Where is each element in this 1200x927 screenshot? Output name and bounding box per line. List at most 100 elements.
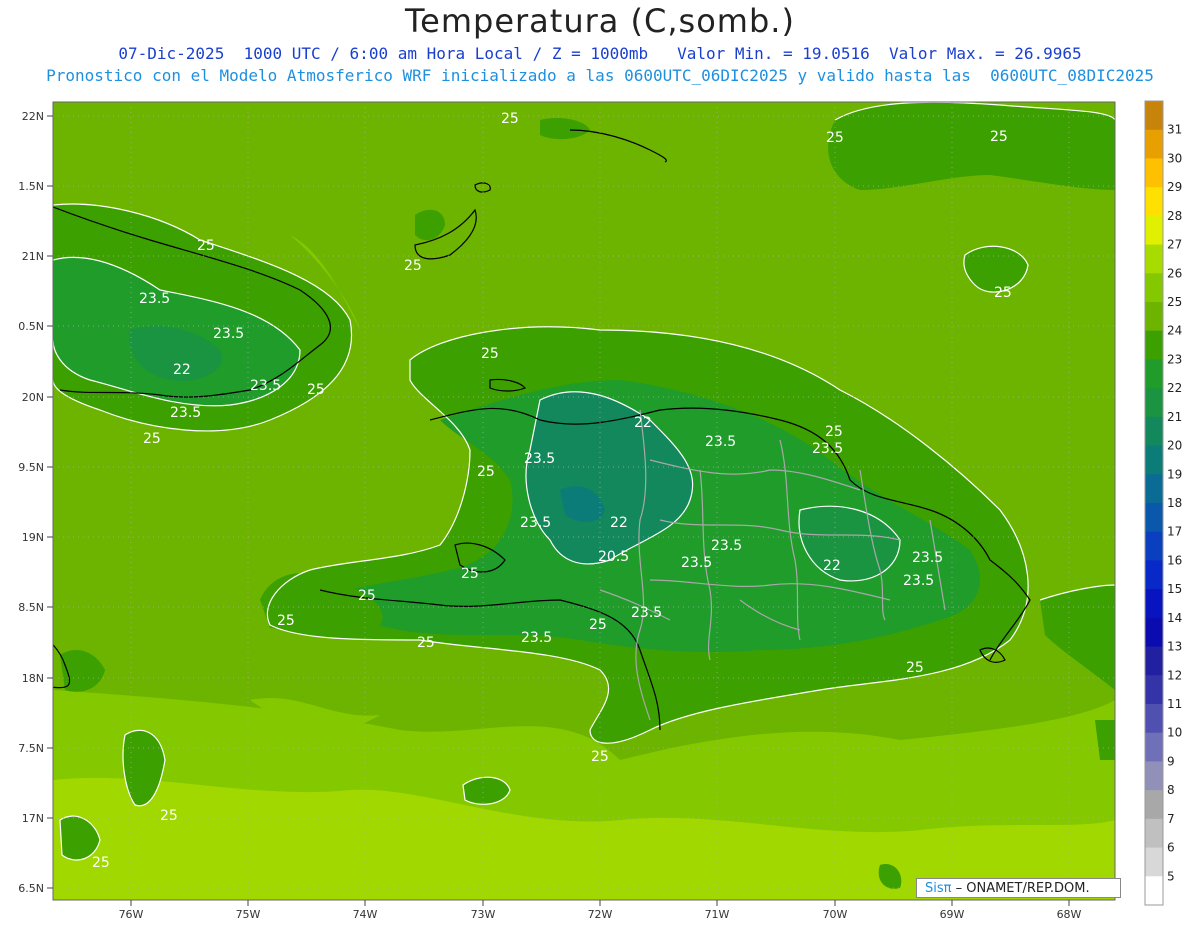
- color-bar-label: 31: [1167, 123, 1182, 137]
- contour-label: 25: [826, 130, 844, 146]
- color-bar-label: 24: [1167, 324, 1182, 338]
- color-swatch: [1145, 876, 1163, 906]
- contour-label: 22: [634, 415, 652, 431]
- contour-label: 25: [591, 749, 609, 765]
- contour-label: 20.5: [598, 549, 629, 565]
- color-bar-label: 9: [1167, 754, 1175, 768]
- lat-label: 6.5N: [18, 882, 44, 895]
- color-swatch: [1145, 330, 1163, 360]
- color-swatch: [1145, 790, 1163, 820]
- color-swatch: [1145, 273, 1163, 303]
- contour-label: 25: [990, 129, 1008, 145]
- color-bar-label: 18: [1167, 496, 1182, 510]
- contour-label: 22: [610, 515, 628, 531]
- credit-org: – ONAMET/REP.DOM.: [955, 881, 1090, 896]
- lat-label: 18N: [22, 672, 44, 685]
- color-swatch: [1145, 187, 1163, 217]
- color-bar-label: 23: [1167, 352, 1182, 366]
- contour-label: 23.5: [631, 605, 662, 621]
- lon-label: 70W: [823, 908, 848, 921]
- lon-label: 68W: [1057, 908, 1082, 921]
- contour-label: 25: [589, 617, 607, 633]
- lat-label: 20N: [22, 391, 44, 404]
- contour-label: 25: [143, 431, 161, 447]
- contour-label: 25: [481, 346, 499, 362]
- lat-label: 7.5N: [18, 742, 44, 755]
- temperature-field: 25 25 25 25 25 25 25 25 25 25 25 25 25 2…: [53, 102, 1115, 900]
- color-legend: 31 30 29 28 27 26 25 24 23 22 21 20 19 18 17 16 15 14 13 12…: [1144, 100, 1182, 906]
- color-swatch: [1145, 675, 1163, 705]
- lat-label: 1.5N: [18, 180, 44, 193]
- lat-label: 8.5N: [18, 601, 44, 614]
- lon-label: 75W: [236, 908, 261, 921]
- color-bar-label: 17: [1167, 525, 1182, 539]
- contour-label: 25: [477, 464, 495, 480]
- contour-label: 25: [825, 424, 843, 440]
- contour-label: 23.5: [711, 538, 742, 554]
- color-swatch: [1145, 416, 1163, 447]
- contour-label: 23.5: [139, 291, 170, 307]
- contour-label: 25: [92, 855, 110, 871]
- contour-label: 23.5: [170, 405, 201, 421]
- contour-label: 25: [417, 635, 435, 651]
- color-swatch: [1145, 388, 1163, 418]
- lat-label: 0.5N: [18, 320, 44, 333]
- lon-label: 73W: [471, 908, 496, 921]
- longitude-axis: 76W 75W 74W 73W 72W 71W 70W 69W 68W: [119, 900, 1082, 921]
- color-swatch: [1145, 589, 1163, 619]
- color-bar-label: 21: [1167, 410, 1182, 424]
- color-swatch: [1145, 617, 1163, 648]
- lon-label: 69W: [940, 908, 965, 921]
- lat-label: 9.5N: [18, 461, 44, 474]
- contour-label: 22: [823, 558, 841, 574]
- color-bar-label: 12: [1167, 668, 1182, 682]
- lon-label: 76W: [119, 908, 144, 921]
- latitude-axis: 22N 1.5N 21N 0.5N 20N 9.5N 19N 8.5N 18N …: [18, 110, 53, 895]
- lon-label: 74W: [353, 908, 378, 921]
- color-bar-label: 26: [1167, 266, 1182, 280]
- color-bar-label: 10: [1167, 726, 1182, 740]
- color-swatch: [1145, 302, 1163, 332]
- contour-label: 23.5: [705, 434, 736, 450]
- color-swatch: [1145, 704, 1163, 734]
- color-bar-label: 15: [1167, 582, 1182, 596]
- color-bar-label: 22: [1167, 381, 1182, 395]
- contour-label: 25: [160, 808, 178, 824]
- contour-label: 23.5: [520, 515, 551, 531]
- contour-label: 25: [277, 613, 295, 629]
- color-swatch: [1145, 646, 1163, 676]
- contour-label: 25: [461, 566, 479, 582]
- lon-label: 71W: [705, 908, 730, 921]
- contour-label: 25: [197, 238, 215, 254]
- color-swatch: [1145, 503, 1163, 533]
- color-bar-label: 30: [1167, 151, 1182, 165]
- contour-label: 23.5: [812, 441, 843, 457]
- contour-label: 22: [173, 362, 191, 378]
- color-bar-label: 7: [1167, 812, 1175, 826]
- lat-label: 17N: [22, 812, 44, 825]
- color-bar-label: 14: [1167, 611, 1182, 625]
- map-canvas: 25 25 25 25 25 25 25 25 25 25 25 25 25 2…: [18, 100, 1182, 921]
- color-swatch: [1145, 215, 1163, 246]
- color-swatch: [1145, 761, 1163, 791]
- color-bar-label: 6: [1167, 841, 1175, 855]
- lat-label: 22N: [22, 110, 44, 123]
- lat-label: 19N: [22, 531, 44, 544]
- contour-label: 25: [404, 258, 422, 274]
- contour-label: 25: [501, 111, 519, 127]
- color-swatch: [1145, 818, 1163, 849]
- contour-label: 25: [906, 660, 924, 676]
- color-swatch: [1145, 101, 1163, 131]
- color-swatch: [1145, 129, 1163, 159]
- color-swatch: [1145, 474, 1163, 504]
- color-bar-label: 8: [1167, 783, 1175, 797]
- sispi-logo: Sisπ: [925, 881, 952, 896]
- contour-label: 23.5: [912, 550, 943, 566]
- color-bar-label: 16: [1167, 553, 1182, 567]
- contour-label: 23.5: [521, 630, 552, 646]
- contour-label: 25: [994, 285, 1012, 301]
- contour-label: 23.5: [213, 326, 244, 342]
- color-swatch: [1145, 560, 1163, 590]
- color-bar-label: 27: [1167, 238, 1182, 252]
- color-bar-label: 13: [1167, 640, 1182, 654]
